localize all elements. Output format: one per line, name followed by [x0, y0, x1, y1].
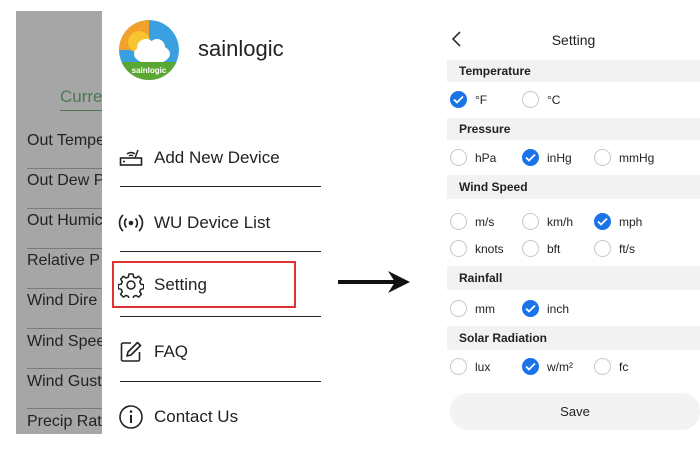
radio-checked	[594, 213, 611, 230]
divider	[120, 381, 321, 382]
section-solar-radiation: Solar Radiation	[447, 326, 700, 350]
radio-checked	[522, 358, 539, 375]
section-temperature: Temperature	[447, 60, 700, 82]
option-label: °F	[475, 92, 488, 107]
menu-label: Contact Us	[154, 407, 239, 426]
section-wind-speed: Wind Speed	[447, 175, 700, 199]
menu-add-new-device[interactable]: Add New Device	[118, 138, 328, 178]
radio-unchecked	[522, 91, 539, 108]
radio-unchecked	[450, 300, 467, 317]
radio-unchecked	[522, 240, 539, 257]
divider	[27, 368, 102, 369]
option-label: inch	[547, 301, 570, 316]
menu-contact-us[interactable]: Contact Us	[118, 397, 328, 437]
radio-checked	[522, 300, 539, 317]
edit-icon	[118, 339, 144, 365]
radio-unchecked	[594, 149, 611, 166]
navigation-drawer: sainlogic sainlogic Add New Device WU De…	[102, 0, 330, 452]
menu-faq[interactable]: FAQ	[118, 332, 328, 372]
background-screen: Curre Out Tempe Out Dew P Out Humic Rela…	[16, 11, 102, 434]
option-inch[interactable]: inch	[522, 300, 569, 317]
option-fahrenheit[interactable]: °F	[450, 91, 487, 108]
radio-checked	[450, 91, 467, 108]
option-label: km/h	[547, 214, 574, 229]
divider	[120, 186, 321, 187]
divider	[27, 208, 102, 209]
option-label: inHg	[547, 150, 572, 165]
option-label: hPa	[475, 150, 497, 165]
option-label: mm	[475, 301, 495, 316]
bg-row-precip-rate: Precip Rat	[27, 413, 102, 430]
radio-unchecked	[450, 240, 467, 257]
radio-unchecked	[594, 358, 611, 375]
current-tab-label: Curre	[60, 87, 102, 111]
option-label: m/s	[475, 214, 495, 229]
bg-row-wind-speed: Wind Spee	[27, 333, 102, 350]
app-name: sainlogic	[198, 36, 284, 61]
menu-label: WU Device List	[154, 213, 271, 232]
bg-row-out-dew: Out Dew P	[27, 172, 102, 189]
bg-row-out-humidity: Out Humic	[27, 212, 102, 229]
menu-wu-device-list[interactable]: WU Device List	[118, 203, 328, 243]
divider	[27, 168, 102, 169]
option-hpa[interactable]: hPa	[450, 149, 496, 166]
logo-text: sainlogic	[132, 66, 167, 75]
info-icon	[118, 404, 144, 430]
option-mmhg[interactable]: mmHg	[594, 149, 654, 166]
divider	[120, 251, 321, 252]
divider	[27, 408, 102, 409]
option-kmh[interactable]: km/h	[522, 213, 573, 230]
radio-unchecked	[522, 213, 539, 230]
setting-highlight-box	[112, 261, 296, 308]
option-label: °C	[547, 92, 561, 107]
option-label: w/m²	[547, 359, 573, 374]
option-fts[interactable]: ft/s	[594, 240, 635, 257]
option-knots[interactable]: knots	[450, 240, 504, 257]
option-mph[interactable]: mph	[594, 213, 642, 230]
option-fc[interactable]: fc	[594, 358, 628, 375]
option-label: mmHg	[619, 150, 655, 165]
option-label: lux	[475, 359, 491, 374]
option-inhg[interactable]: inHg	[522, 149, 572, 166]
save-button[interactable]: Save	[450, 393, 700, 430]
menu-label: FAQ	[154, 342, 189, 361]
divider	[120, 316, 321, 317]
arrow-right-icon	[338, 271, 410, 293]
option-label: ft/s	[619, 241, 636, 256]
option-label: knots	[475, 241, 504, 256]
radio-checked	[522, 149, 539, 166]
radio-unchecked	[450, 358, 467, 375]
sainlogic-logo: sainlogic	[119, 20, 179, 80]
bg-row-wind-gust: Wind Gust	[27, 373, 102, 390]
option-mm[interactable]: mm	[450, 300, 495, 317]
option-label: mph	[619, 214, 643, 229]
radio-unchecked	[450, 149, 467, 166]
page-title: Setting	[551, 32, 596, 48]
option-celsius[interactable]: °C	[522, 91, 560, 108]
router-icon	[118, 145, 144, 171]
option-label: bft	[547, 241, 561, 256]
option-label: fc	[619, 359, 629, 374]
bg-row-out-temp: Out Tempe	[27, 132, 102, 149]
option-wm2[interactable]: w/m²	[522, 358, 573, 375]
option-lux[interactable]: lux	[450, 358, 490, 375]
option-bft[interactable]: bft	[522, 240, 560, 257]
section-pressure: Pressure	[447, 118, 700, 140]
settings-screen: Setting Temperature °F °C Pressure hPa i…	[447, 20, 700, 440]
radio-unchecked	[594, 240, 611, 257]
menu-label: Add New Device	[154, 148, 280, 167]
divider	[27, 288, 102, 289]
bg-row-wind-direction: Wind Dire	[27, 292, 98, 309]
option-ms[interactable]: m/s	[450, 213, 494, 230]
divider	[27, 328, 102, 329]
broadcast-icon	[118, 210, 144, 236]
divider	[27, 248, 102, 249]
bg-row-relative-pressure: Relative P	[27, 252, 100, 269]
radio-unchecked	[450, 213, 467, 230]
section-rainfall: Rainfall	[447, 266, 700, 290]
